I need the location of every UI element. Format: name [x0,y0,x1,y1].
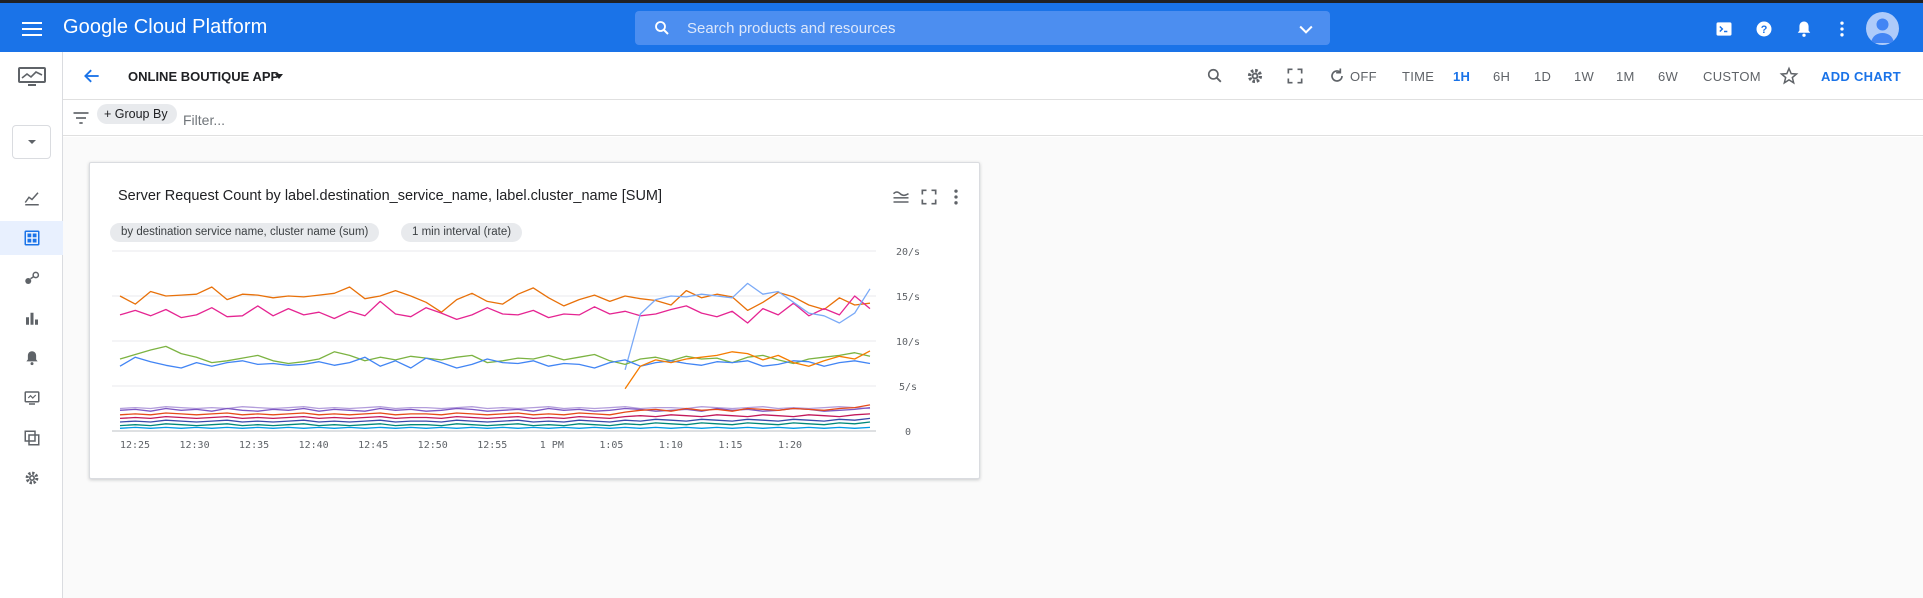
range-6h[interactable]: 6H [1493,69,1510,84]
x-tick-label: 12:45 [358,440,388,451]
sidebar-item-dashboards[interactable] [0,221,63,255]
bar-chart-icon [25,312,38,325]
x-tick-label: 12:35 [239,440,269,451]
x-tick-label: 12:30 [179,440,209,451]
series-line [119,421,871,427]
sidebar-item-groups[interactable] [0,421,63,455]
project-dropdown[interactable] [12,125,51,159]
x-tick-label: 1:20 [778,440,802,451]
time-label: TIME [1402,69,1435,84]
interval-chip[interactable]: 1 min interval (rate) [401,223,523,242]
fullscreen-icon[interactable] [919,187,939,207]
range-1d[interactable]: 1D [1534,69,1551,84]
cloud-shell-icon[interactable] [1714,19,1734,39]
range-1h[interactable]: 1H [1453,69,1470,84]
x-tick-label: 12:25 [120,440,150,451]
chart-title: Server Request Count by label.destinatio… [118,188,663,204]
product-name[interactable]: Google Cloud Platform [63,16,267,39]
alert-bell-icon [25,351,38,366]
groups-icon [24,430,39,446]
fullscreen-icon[interactable] [1285,66,1305,86]
star-icon[interactable] [1779,66,1799,86]
gear-icon[interactable] [1245,66,1265,86]
x-tick-label: 12:40 [299,440,329,451]
filter-bar: + Group By [63,100,1923,136]
x-tick-label: 1 PM [540,440,564,451]
series-line [119,356,871,369]
x-tick-label: 1:15 [718,440,742,451]
y-tick-label: 10/s [896,337,920,348]
range-1m[interactable]: 1M [1616,69,1635,84]
filter-icon[interactable] [71,108,91,128]
auto-refresh-toggle[interactable]: OFF [1350,69,1377,84]
search-icon[interactable] [1205,66,1225,86]
gear-icon [25,471,38,485]
sidebar-item-uptime[interactable] [0,381,63,415]
y-tick-label: 20/s [896,247,920,258]
dashboard-icon [24,230,39,246]
add-chart-button[interactable]: ADD CHART [1821,69,1901,84]
chevron-down-icon[interactable] [1296,19,1316,39]
left-nav-rail [0,52,63,598]
line-chart[interactable]: 0 5/s 10/s 15/s 20/s 12:25 12:30 12:35 12:40 12:4… [90,245,981,465]
y-tick-label: 5/s [899,382,917,393]
menu-icon[interactable] [20,19,44,37]
group-by-button[interactable]: + Group By [97,104,177,124]
aggregation-chip[interactable]: by destination service name, cluster nam… [110,223,380,242]
filter-input[interactable] [183,110,483,130]
x-tick-label: 12:55 [477,440,507,451]
person-icon [1871,18,1894,43]
series-line [119,406,871,410]
chart-card: Server Request Count by label.destinatio… [89,162,980,479]
x-tick-label: 12:50 [418,440,448,451]
refresh-icon[interactable] [1327,66,1347,86]
range-6w[interactable]: 6W [1658,69,1678,84]
monitoring-logo-icon[interactable] [18,67,46,87]
sidebar-item-overview[interactable] [0,181,63,215]
range-custom[interactable]: CUSTOM [1703,69,1761,84]
dashboard-toolbar: ONLINE BOUTIQUE APP OFF TIME 1H 6H 1D 1W… [63,52,1923,100]
sidebar-item-alerting[interactable] [0,341,63,375]
dashboard-canvas: Server Request Count by label.destinatio… [63,137,1923,598]
caret-down-icon[interactable] [275,74,283,79]
series-line [119,426,871,429]
more-vert-icon[interactable] [1832,19,1852,39]
back-arrow-icon[interactable] [82,66,102,86]
x-tick-label: 1:10 [659,440,683,451]
search-icon [655,21,669,35]
sidebar-item-services[interactable] [0,261,63,295]
dashboard-name-selector[interactable]: ONLINE BOUTIQUE APP [128,69,279,84]
account-avatar[interactable] [1866,12,1899,45]
sidebar-item-metrics[interactable] [0,301,63,335]
svg-text:?: ? [1761,24,1768,36]
services-icon [24,271,39,284]
series-line [119,417,871,423]
more-vert-icon[interactable] [946,187,966,207]
line-chart-icon [24,192,39,206]
search-bar[interactable] [635,11,1330,45]
bell-icon[interactable] [1794,19,1814,39]
x-tick-label: 1:05 [599,440,623,451]
range-1w[interactable]: 1W [1574,69,1594,84]
y-tick-label: 15/s [896,292,920,303]
search-input[interactable] [687,19,1267,37]
help-icon[interactable]: ? [1754,19,1774,39]
monitor-icon [24,391,39,405]
series-line [119,295,871,324]
legend-toggle-icon[interactable] [891,187,911,207]
y-tick-label: 0 [905,427,911,438]
top-app-bar: Google Cloud Platform ? [0,3,1923,52]
sidebar-item-settings[interactable] [0,461,63,495]
